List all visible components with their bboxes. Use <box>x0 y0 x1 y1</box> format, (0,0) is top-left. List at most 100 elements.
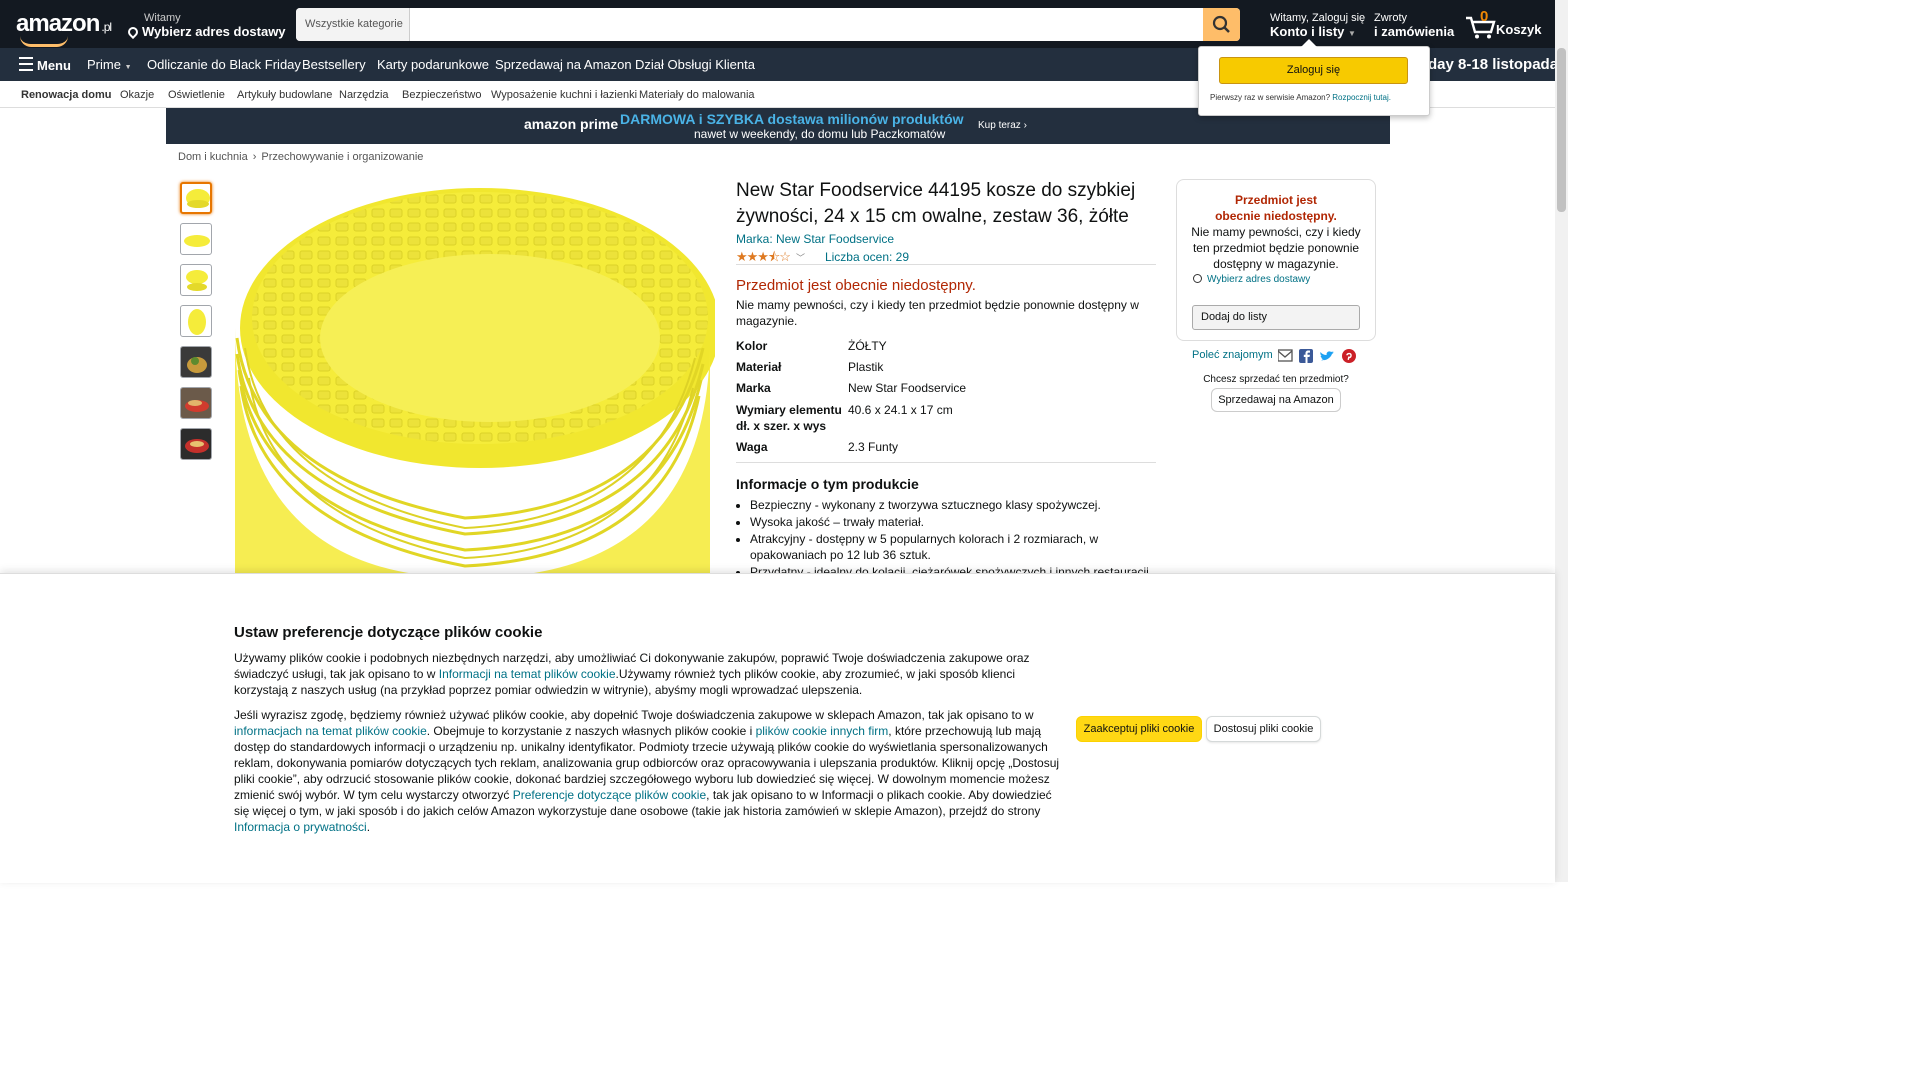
subnav-item-building-supplies[interactable]: Artykuły budowlane <box>237 89 332 101</box>
spec-key: Marka <box>736 381 771 395</box>
basket-thumbnail-image <box>186 270 208 291</box>
banner-line2: nawet w weekendy, do domu lub Paczkomató… <box>694 127 946 141</box>
nav-item-prime-label: Prime <box>87 57 121 72</box>
accept-cookies-button[interactable]: Zaakceptuj pliki cookie <box>1076 716 1202 742</box>
customize-cookies-button[interactable]: Dostosuj pliki cookie <box>1206 716 1321 742</box>
account-lists[interactable]: Witamy, Zaloguj się Konto i listy ▼ <box>1270 12 1365 39</box>
thumbnail[interactable] <box>180 182 212 214</box>
cookie-text: Jeśli wyrazisz zgodę, będziemy również u… <box>234 708 1034 722</box>
thumbnail[interactable] <box>180 346 212 378</box>
cookie-info-link[interactable]: Informacji na temat plików cookie <box>439 667 616 681</box>
search-category-label: Wszystkie kategorie <box>305 18 403 30</box>
divider <box>736 462 1156 463</box>
spec-value: 40.6 x 24.1 x 17 cm <box>848 403 953 417</box>
cookie-consent-banner: Ustaw preferencje dotyczące plików cooki… <box>0 573 1555 883</box>
thumbnail[interactable] <box>180 223 212 255</box>
scrollbar-thumb[interactable] <box>1557 48 1566 212</box>
nav-item-sell[interactable]: Sprzedawaj na Amazon <box>495 57 632 72</box>
nav-item-customer-service[interactable]: Dział Obsługi Klienta <box>635 57 755 72</box>
search-bar: Wszystkie kategorie ▼ <box>296 8 1240 41</box>
search-icon <box>1212 15 1230 33</box>
flyout-arrow <box>1301 39 1317 47</box>
cookie-info-link[interactable]: informacjach na temat plików cookie <box>234 724 427 738</box>
availability-status: Przedmiot jest obecnie niedostępny. <box>736 277 976 294</box>
amazon-logo[interactable]: amazon .pl <box>16 10 112 47</box>
location-pin-icon <box>1193 274 1202 283</box>
top-nav: amazon .pl Witamy Wybierz adres dostawy W… <box>0 0 1568 48</box>
deliver-line1: Witamy <box>144 12 181 24</box>
twitter-icon[interactable] <box>1320 351 1334 361</box>
nav-item-prime[interactable]: Prime ▼ <box>87 57 132 72</box>
logo-text: amazon <box>16 10 100 37</box>
product-title: New Star Foodservice 44195 kosze do szyb… <box>736 180 1136 227</box>
thumbnail[interactable] <box>180 305 212 337</box>
orders-line1: Zwroty <box>1374 12 1407 24</box>
subnav-item-deals[interactable]: Okazje <box>120 89 154 101</box>
deliver-to[interactable]: Witamy Wybierz adres dostawy <box>125 12 286 40</box>
search-category-select[interactable]: Wszystkie kategorie ▼ <box>296 8 410 41</box>
account-line2: Konto i listy ▼ <box>1270 24 1365 39</box>
nav-item-gift-cards[interactable]: Karty podarunkowe <box>377 57 489 72</box>
banner-cta[interactable]: Kup teraz › <box>978 120 1027 131</box>
search-input[interactable] <box>411 8 1201 41</box>
pinterest-icon[interactable] <box>1342 349 1356 363</box>
logo-tld: .pl <box>101 20 112 34</box>
start-here-link[interactable]: Rozpocznij tutaj. <box>1332 93 1391 102</box>
basket-thumbnail-image <box>186 189 210 208</box>
banner-line1: DARMOWA i SZYBKA dostawa milionów produk… <box>620 111 964 127</box>
share-link[interactable]: Poleć znajomym <box>1192 349 1273 361</box>
rating-summary: ★★★⯪☆ ﹀ Liczba ocen: 29 <box>736 248 909 270</box>
logo-smile-icon <box>20 36 68 47</box>
nav-item-black-friday[interactable]: Odliczanie do Black Friday <box>147 57 301 72</box>
spec-key: Wymiary elementu dł. x szer. x wys <box>736 403 842 433</box>
thumbnail[interactable] <box>180 387 212 419</box>
buybox-unavailable: Przedmiot jest obecnie niedostępny. <box>1177 192 1375 224</box>
subnav-item-paint[interactable]: Materiały do malowania <box>639 89 755 101</box>
nav-item-bestsellers[interactable]: Bestsellery <box>302 57 366 72</box>
cookie-text: . Obejmuje to korzystanie z naszych włas… <box>426 724 756 738</box>
star-rating-icon[interactable]: ★★★⯪☆ <box>736 249 791 264</box>
basket-thumbnail-image <box>184 235 210 247</box>
thumbnail[interactable] <box>180 264 212 296</box>
thumbnail[interactable] <box>180 428 212 460</box>
buybox-location[interactable]: Wybierz adres dostawy <box>1193 274 1310 285</box>
spec-key: Kolor <box>736 339 768 353</box>
feature-bullet: Bezpieczny - wykonany z tworzywa sztuczn… <box>750 497 1160 513</box>
subnav-item-home-renovation[interactable]: Renowacja domu <box>21 89 111 101</box>
buybox-location-link[interactable]: Wybierz adres dostawy <box>1207 274 1310 285</box>
search-button[interactable] <box>1203 8 1240 41</box>
subnav-item-kitchen-bath[interactable]: Wyposażenie kuchni i łazienki <box>491 89 637 101</box>
rating-count-link[interactable]: Liczba ocen: 29 <box>825 250 909 264</box>
prime-logo: amazon prime <box>524 116 619 132</box>
chevron-down-icon[interactable]: ﹀ <box>796 253 805 263</box>
caret-down-icon: ▼ <box>124 64 132 71</box>
menu-label: Menu <box>37 58 71 73</box>
vertical-scrollbar[interactable] <box>1555 0 1568 882</box>
subnav-item-safety[interactable]: Bezpieczeństwo <box>402 89 482 101</box>
spec-value: Plastik <box>848 360 884 374</box>
brand-link[interactable]: Marka: New Star Foodservice <box>736 232 894 246</box>
cart-label: Koszyk <box>1496 22 1542 37</box>
third-party-cookies-link[interactable]: plików cookie innych firm <box>756 724 889 738</box>
returns-orders[interactable]: Zwroty i zamówienia <box>1374 12 1454 39</box>
subnav-item-lighting[interactable]: Oświetlenie <box>168 89 225 101</box>
cookie-preferences-link[interactable]: Preferencje dotyczące plików cookie <box>513 788 706 802</box>
signin-button[interactable]: Zaloguj się <box>1219 57 1408 84</box>
cookie-heading: Ustaw preferencje dotyczące plików cooki… <box>234 624 543 641</box>
facebook-icon[interactable] <box>1299 349 1313 363</box>
email-icon[interactable] <box>1277 349 1293 362</box>
black-friday-promo[interactable]: riday 8-18 listopada <box>1418 56 1558 73</box>
add-to-list-button[interactable]: Dodaj do listy <box>1192 305 1360 330</box>
share-icons <box>1277 349 1358 363</box>
spec-value: New Star Foodservice <box>848 381 967 395</box>
buybox-unavailable-text: Przedmiot jest obecnie niedostępny. <box>1215 193 1337 223</box>
menu-button[interactable]: Menu <box>19 57 71 73</box>
cart[interactable]: 0 Koszyk <box>1464 8 1544 40</box>
sell-on-amazon-button[interactable]: Sprzedawaj na Amazon <box>1211 388 1341 412</box>
subnav-item-tools[interactable]: Narzędzia <box>339 89 389 101</box>
product-main-image[interactable] <box>225 178 715 574</box>
breadcrumb: Dom i kuchnia › Przechowywanie i organizow… <box>178 151 423 163</box>
privacy-notice-link[interactable]: Informacja o prywatności <box>234 820 367 834</box>
breadcrumb-item[interactable]: Przechowywanie i organizowanie <box>261 151 423 163</box>
breadcrumb-item[interactable]: Dom i kuchnia <box>178 151 248 163</box>
